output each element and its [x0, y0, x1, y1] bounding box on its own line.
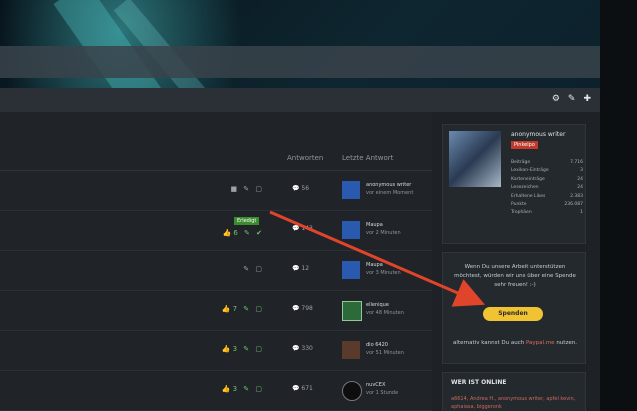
table-row[interactable]: Erledigt 👍6 ✎ ✔ 💬 143 Maupa vor 2 Minute… [0, 211, 432, 251]
last-answer[interactable]: ellenique vor 48 Minuten [366, 301, 404, 317]
avatar[interactable] [342, 221, 360, 239]
alt-text: alternativ kannst Du auch [453, 340, 525, 346]
last-time: vor 1 Stunde [366, 390, 399, 396]
stat-row: Punkte 236.087 [511, 201, 583, 209]
last-answer[interactable]: dio 6420 vor 51 Minuten [366, 341, 404, 357]
last-time: vor 48 Minuten [366, 310, 404, 316]
header-band [0, 46, 620, 78]
last-user[interactable]: Maupa [366, 261, 401, 269]
avatar[interactable] [342, 261, 360, 279]
stat-label: Erhaltene Likes [511, 193, 546, 199]
status-badge: Erledigt [234, 217, 260, 225]
stat-row: Lexikon-Einträge 3 [511, 167, 583, 175]
stat-row: Erhaltene Likes 2.383 [511, 193, 583, 201]
last-time: vor 2 Minuten [366, 230, 401, 236]
thread-icons: ✎ ▢ [243, 265, 264, 273]
stat-value: 24 [577, 176, 583, 182]
table-row[interactable]: ✎ ▢ 💬 12 Maupa vor 3 Minuten [0, 251, 432, 291]
thread-stats: 👍6 ✎ ✔ [222, 229, 264, 237]
last-answer[interactable]: anonymous writer vor einem Moment [366, 181, 413, 197]
last-user[interactable]: anonymous writer [366, 181, 413, 189]
stat-label: Lexikon-Einträge [511, 168, 549, 174]
last-answer[interactable]: Maupa vor 2 Minuten [366, 221, 401, 237]
stat-label: Punkte [511, 202, 527, 208]
avatar[interactable] [342, 301, 362, 321]
stat-label: Karteneinträge [511, 176, 545, 182]
online-card: WER IST ONLINE a6614, Andrea H., anonymo… [442, 372, 586, 411]
reply-count: 💬 56 [292, 185, 310, 192]
stat-row: Beiträge 7.716 [511, 159, 583, 167]
last-user[interactable]: Maupa [366, 221, 401, 229]
reply-count: 💬 12 [292, 265, 310, 272]
last-user[interactable]: nuvCEX [366, 381, 398, 389]
profile-stats: Beiträge 7.716 Lexikon-Einträge 3 Kartenei… [511, 159, 583, 218]
table-row[interactable]: 👍3 ✎ ▢ 💬 330 dio 6420 vor 51 Minuten [0, 331, 432, 371]
stat-row: Karteneinträge 24 [511, 176, 583, 184]
last-answer[interactable]: Maupa vor 3 Minuten [366, 261, 401, 277]
thread-stats: 👍3 ✎ ▢ [221, 385, 264, 393]
stat-row: Trophäen 1 [511, 209, 583, 217]
table-row[interactable]: 👍3 ✎ ▢ 💬 671 nuvCEX vor 1 Stunde [0, 371, 432, 411]
profile-rank-badge: Pinkelpo [511, 141, 538, 149]
header-answers: Antworten [287, 154, 324, 162]
nav-icons: ⚙ ✎ ✚ [552, 94, 591, 104]
thread-icons: ■ ✎ ▢ [230, 185, 264, 193]
online-list[interactable]: a6614, Andrea H., anonymous writer, apfe… [451, 395, 579, 411]
last-user[interactable]: ellenique [366, 301, 404, 309]
donate-card: Wenn Du unsere Arbeit unterstützen möcht… [442, 252, 586, 364]
edit-icon[interactable]: ✎ [568, 94, 576, 104]
stat-label: Beiträge [511, 160, 531, 165]
online-title: WER IST ONLINE [451, 379, 507, 386]
stat-value: 2.383 [570, 193, 583, 199]
donate-button[interactable]: Spenden [483, 307, 543, 321]
stat-value: 1 [580, 210, 583, 216]
stat-row: Lesezeichen 24 [511, 184, 583, 192]
right-edge [600, 0, 637, 411]
last-time: vor 3 Minuten [366, 270, 401, 276]
alt-text: nutzen. [556, 340, 577, 346]
profile-card: anonymous writer Pinkelpo Beiträge 7.716 … [442, 124, 586, 244]
stat-value: 236.087 [564, 202, 583, 208]
avatar[interactable] [342, 381, 362, 401]
sidebar: anonymous writer Pinkelpo Beiträge 7.716 … [442, 124, 586, 411]
thread-table: Antworten Letzte Antwort ■ ✎ ▢ 💬 56 anon… [0, 112, 432, 411]
avatar[interactable] [342, 181, 360, 199]
thread-stats: 👍7 ✎ ▢ [221, 305, 264, 313]
stat-value: 3 [580, 168, 583, 174]
donate-text: Wenn Du unsere Arbeit unterstützen möcht… [454, 264, 576, 288]
screenshot-frame: ⚙ ✎ ✚ Antworten Letzte Antwort ■ ✎ ▢ 💬 5… [0, 0, 637, 411]
table-row[interactable]: ■ ✎ ▢ 💬 56 anonymous writer vor einem Mo… [0, 171, 432, 211]
profile-name[interactable]: anonymous writer [511, 131, 565, 138]
stat-value: 7.716 [570, 160, 583, 165]
last-time: vor 51 Minuten [366, 350, 404, 356]
paypal-link[interactable]: Paypal.me [526, 340, 555, 346]
table-row[interactable]: 👍7 ✎ ▢ 💬 798 ellenique vor 48 Minuten [0, 291, 432, 331]
avatar[interactable] [342, 341, 360, 359]
reply-count: 💬 671 [292, 385, 313, 392]
thread-stats: 👍3 ✎ ▢ [221, 345, 264, 353]
reply-count: 💬 143 [292, 225, 313, 232]
stat-label: Lesezeichen [511, 185, 539, 191]
profile-avatar[interactable] [449, 131, 501, 187]
reply-count: 💬 798 [292, 305, 313, 312]
plus-icon[interactable]: ✚ [583, 94, 591, 104]
gear-icon[interactable]: ⚙ [552, 94, 560, 104]
nav-bar [0, 88, 600, 112]
stat-value: 24 [577, 185, 583, 191]
donate-alt: alternativ kannst Du auch Paypal.me nutz… [451, 339, 579, 347]
reply-count: 💬 330 [292, 345, 313, 352]
last-answer[interactable]: nuvCEX vor 1 Stunde [366, 381, 398, 397]
header-last-answer: Letzte Antwort [342, 154, 394, 162]
last-time: vor einem Moment [366, 190, 414, 196]
last-user[interactable]: dio 6420 [366, 341, 404, 349]
stat-label: Trophäen [511, 210, 532, 216]
